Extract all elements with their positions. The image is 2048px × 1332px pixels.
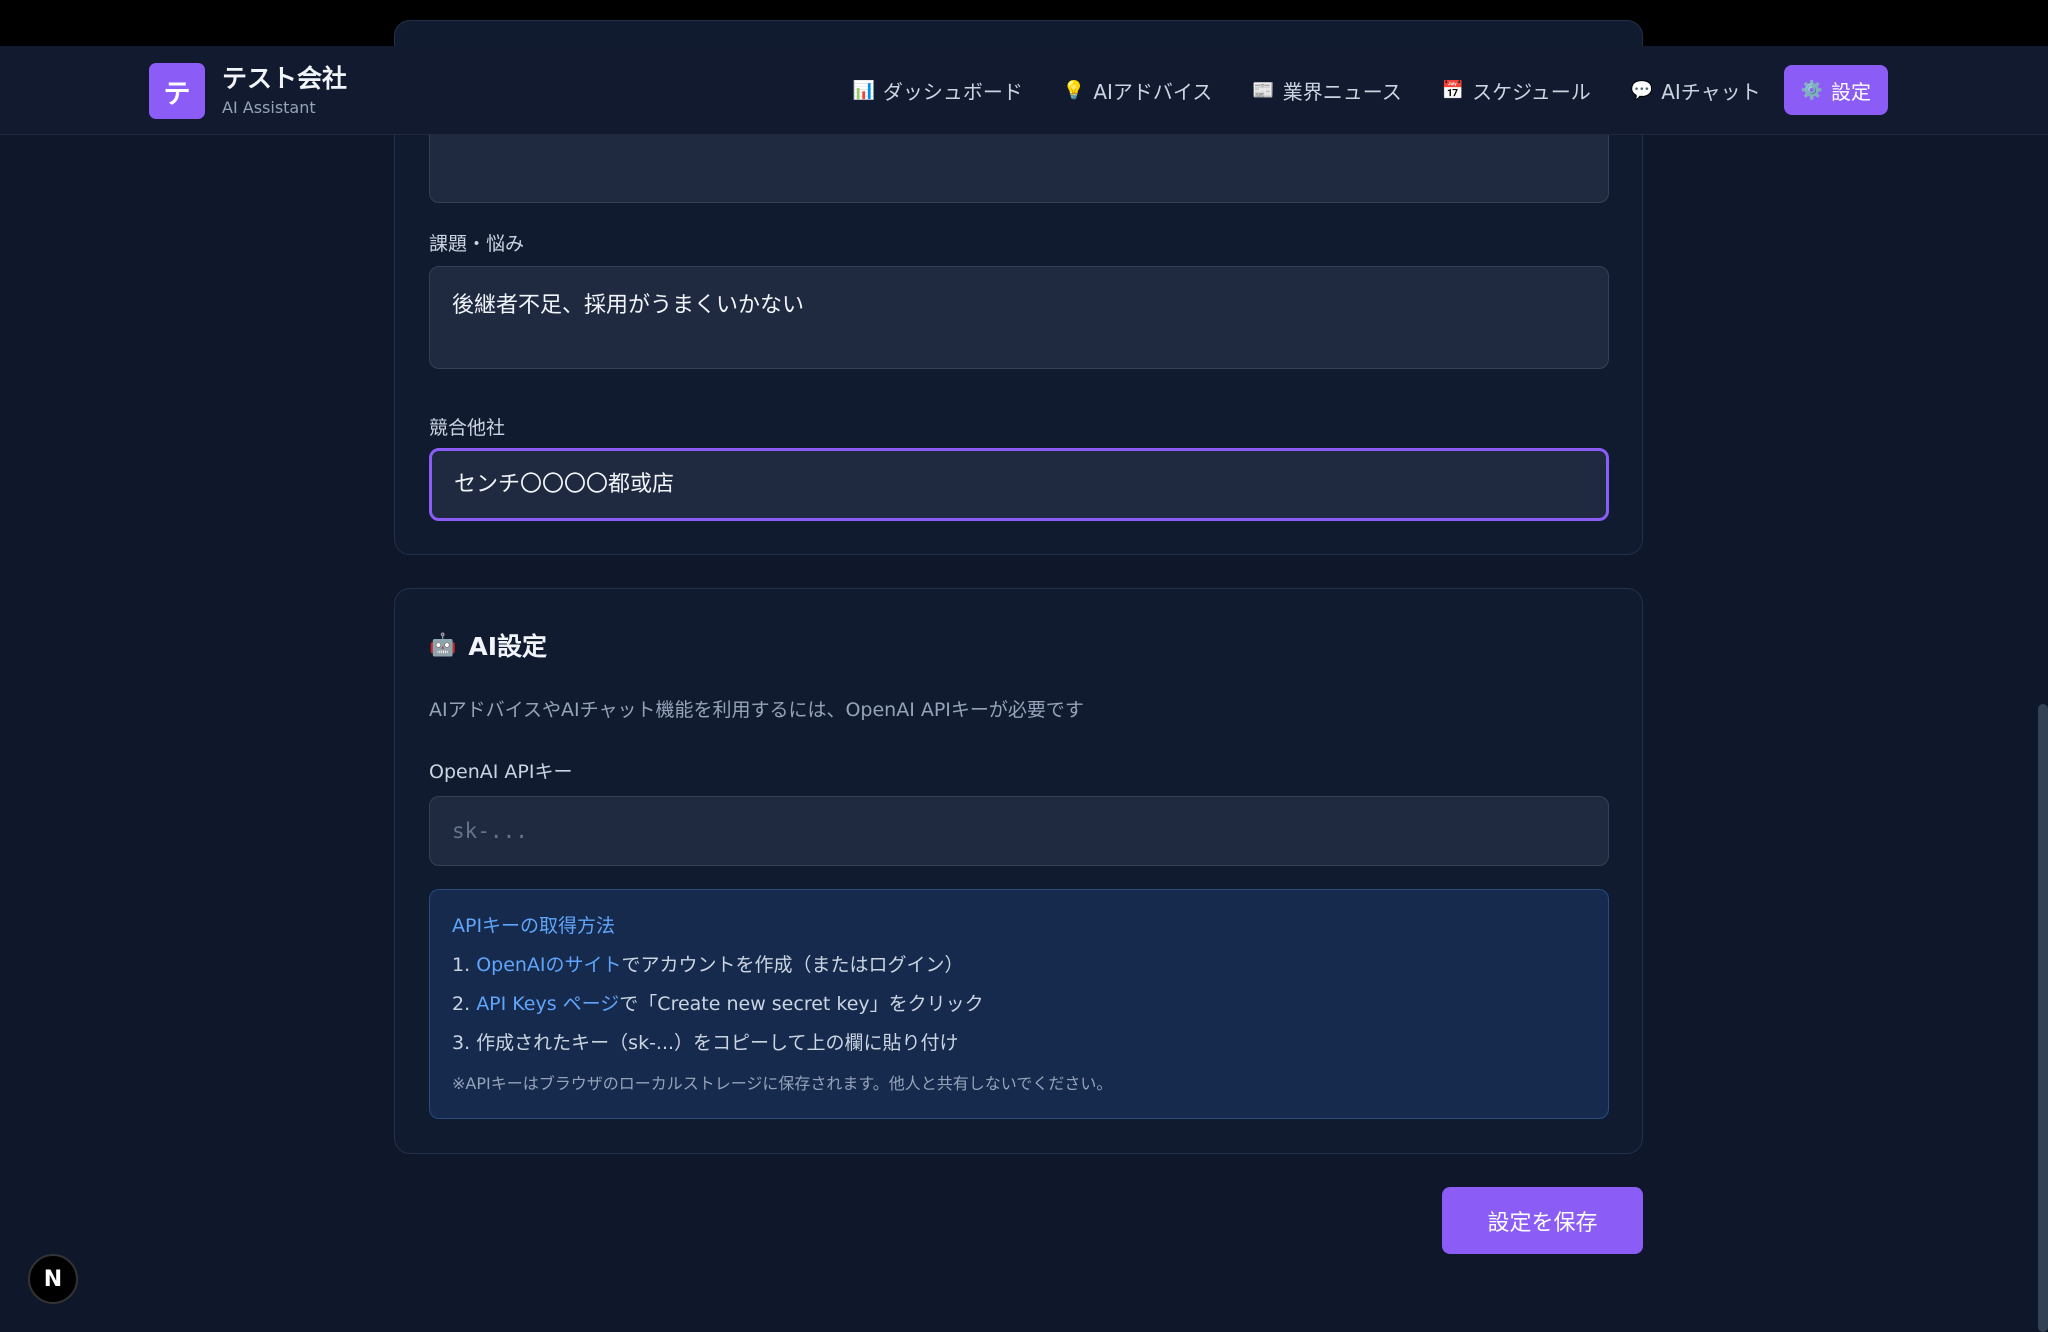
company-name: テスト会社 xyxy=(222,64,348,93)
help-step-1: 1. OpenAIのサイトでアカウントを作成（またはログイン） xyxy=(452,951,1586,979)
help-step-3: 3. 作成されたキー（sk-...）をコピーして上の欄に貼り付け xyxy=(452,1032,959,1054)
ai-settings-card: 🤖 AI設定 AIアドバイスやAIチャット機能を利用するには、OpenAI AP… xyxy=(394,588,1643,1154)
nav-label: 設定 xyxy=(1831,79,1871,104)
main-nav: 📊 ダッシュボード 💡 AIアドバイス 📰 業界ニュース 📅 スケジュール 💬 … xyxy=(829,65,1888,115)
newspaper-icon: 📰 xyxy=(1252,79,1275,101)
section-title-text: AI設定 xyxy=(468,632,548,661)
save-settings-button[interactable]: 設定を保存 xyxy=(1442,1187,1643,1254)
step-text: で「Create new secret key」をクリック xyxy=(619,993,984,1015)
api-key-label: OpenAI APIキー xyxy=(429,761,573,783)
nav-label: 業界ニュース xyxy=(1282,79,1402,104)
app-subtitle: AI Assistant xyxy=(222,98,316,117)
step-text: でアカウントを作成（またはログイン） xyxy=(621,954,964,976)
nav-label: AIチャット xyxy=(1661,79,1761,104)
app-header: テ テスト会社 AI Assistant 📊 ダッシュボード 💡 AIアドバイス… xyxy=(0,46,2048,135)
chart-icon: 📊 xyxy=(852,79,875,101)
dev-tools-badge[interactable]: N xyxy=(28,1254,78,1304)
nav-dashboard[interactable]: 📊 ダッシュボード xyxy=(835,65,1039,115)
gear-icon: ⚙️ xyxy=(1800,79,1823,101)
lightbulb-icon: 💡 xyxy=(1062,79,1086,101)
api-keys-page-link[interactable]: API Keys ページ xyxy=(476,993,619,1015)
competitors-input[interactable]: センチ〇〇〇〇都或店 xyxy=(429,448,1609,521)
nav-ai-advice[interactable]: 💡 AIアドバイス xyxy=(1046,65,1229,115)
nav-settings[interactable]: ⚙️ 設定 xyxy=(1783,65,1888,115)
api-key-help: APIキーの取得方法 1. OpenAIのサイトでアカウントを作成（またはログイ… xyxy=(429,889,1609,1119)
help-title: APIキーの取得方法 xyxy=(452,915,616,937)
api-key-input[interactable] xyxy=(429,796,1609,866)
nav-label: AIアドバイス xyxy=(1093,79,1213,104)
nav-ai-chat[interactable]: 💬 AIチャット xyxy=(1614,65,1778,115)
nav-schedule[interactable]: 📅 スケジュール xyxy=(1425,65,1608,115)
step-number: 2. xyxy=(452,993,471,1015)
chat-bubble-icon: 💬 xyxy=(1630,79,1654,101)
robot-icon: 🤖 xyxy=(429,632,457,658)
openai-site-link[interactable]: OpenAIのサイト xyxy=(476,954,621,976)
competitors-label: 競合他社 xyxy=(429,417,506,439)
nav-label: スケジュール xyxy=(1472,79,1591,104)
step-number: 1. xyxy=(452,954,471,976)
ai-settings-description: AIアドバイスやAIチャット機能を利用するには、OpenAI APIキーが必要で… xyxy=(429,699,1084,721)
help-step-2: 2. API Keys ページで「Create new secret key」を… xyxy=(452,990,1586,1018)
brand-logo: テ xyxy=(149,63,205,119)
issues-textarea[interactable]: 後継者不足、採用がうまくいかない xyxy=(429,266,1609,369)
ai-settings-title: 🤖 AI設定 xyxy=(429,627,547,663)
nav-label: ダッシュボード xyxy=(882,79,1023,104)
calendar-icon: 📅 xyxy=(1441,79,1465,101)
nav-industry-news[interactable]: 📰 業界ニュース xyxy=(1235,65,1418,115)
brand[interactable]: テ テスト会社 AI Assistant xyxy=(149,63,347,119)
page-scrollbar[interactable] xyxy=(2038,704,2048,1332)
help-note: ※APIキーはブラウザのローカルストレージに保存されます。他人と共有しないでくだ… xyxy=(452,1074,1113,1093)
issues-label: 課題・悩み xyxy=(429,233,525,255)
